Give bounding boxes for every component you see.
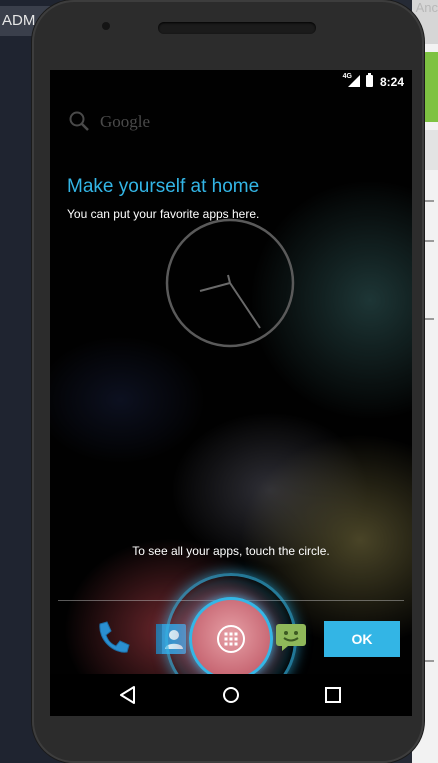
- phone-screen: 4G 8:24 Google Make yourself at home You…: [50, 70, 412, 716]
- analog-clock-widget[interactable]: [164, 217, 296, 349]
- ok-button[interactable]: OK: [324, 621, 400, 657]
- phone-icon[interactable]: [92, 618, 132, 658]
- google-search-bar[interactable]: Google: [68, 108, 168, 134]
- battery-icon: [366, 73, 373, 87]
- back-icon[interactable]: [116, 683, 140, 707]
- search-icon: [69, 111, 89, 131]
- front-camera: [102, 22, 110, 30]
- earpiece-speaker: [158, 22, 316, 34]
- host-ghost-text: Anc: [415, 0, 438, 15]
- emulator-phone-frame: 4G 8:24 Google Make yourself at home You…: [32, 0, 424, 763]
- home-icon[interactable]: [219, 683, 243, 707]
- all-apps-icon: [217, 625, 245, 653]
- status-bar: 4G 8:24: [50, 70, 412, 94]
- recents-icon[interactable]: [321, 683, 345, 707]
- all-apps-hint: To see all your apps, touch the circle.: [132, 544, 330, 558]
- search-label: Google: [100, 112, 151, 131]
- tutorial-title: Make yourself at home: [67, 176, 260, 197]
- status-time: 8:24: [379, 75, 404, 89]
- navigation-bar: [50, 674, 412, 716]
- all-apps-button[interactable]: [189, 597, 273, 681]
- signal-icon: [348, 75, 360, 87]
- messaging-icon[interactable]: [274, 622, 310, 652]
